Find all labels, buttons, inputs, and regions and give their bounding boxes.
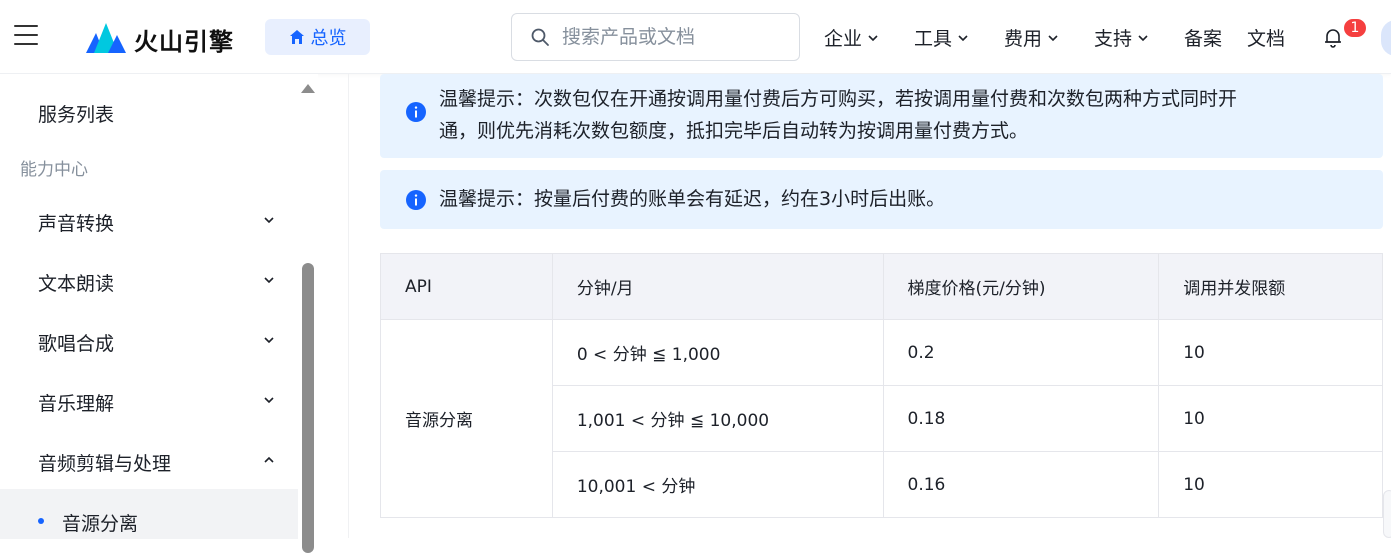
overview-label: 总览 — [310, 28, 347, 49]
chevron-down-icon[interactable] — [262, 273, 276, 287]
chevron-up-icon[interactable] — [262, 453, 276, 467]
nav-tools[interactable]: 工具 — [914, 24, 970, 51]
sidebar-item-singing-synthesis[interactable]: 歌唱合成 — [38, 329, 114, 356]
chevron-down-icon[interactable] — [262, 333, 276, 347]
nav-enterprise-label: 企业 — [824, 28, 863, 50]
sidebar-active-row[interactable] — [0, 489, 298, 539]
sidebar-item-music-understanding[interactable]: 音乐理解 — [38, 389, 114, 416]
column-header: API — [380, 253, 553, 320]
range-cell: 10,001 < 分钟 — [551, 451, 884, 518]
nav-docs[interactable]: 文档 — [1247, 24, 1285, 51]
notice-text-line1: 温馨提示：次数包仅在开通按调用量付费后方可购买，若按调用量付费和次数包两种方式同… — [439, 88, 1238, 110]
active-dot-icon — [38, 518, 44, 524]
floating-widget-edge[interactable] — [1383, 490, 1391, 538]
sidebar-subitem-source-separation[interactable]: 音源分离 — [62, 509, 138, 536]
nav-billing-label: 费用 — [1004, 28, 1043, 50]
divider — [348, 74, 349, 538]
column-header: 梯度价格(元/分钟) — [882, 253, 1160, 320]
nav-enterprise[interactable]: 企业 — [824, 24, 880, 51]
notice-text-line2: 通，则优先消耗次数包额度，抵扣完毕后自动转为按调用量付费方式。 — [439, 120, 1029, 142]
search-input[interactable] — [562, 26, 782, 48]
column-header: 调用并发限额 — [1158, 253, 1383, 320]
scroll-up-arrow-icon[interactable] — [301, 84, 315, 93]
search-icon — [531, 28, 549, 46]
price-cell: 0.2 — [882, 319, 1160, 386]
price-cell: 0.18 — [882, 385, 1160, 452]
sidebar-item-text-to-speech[interactable]: 文本朗读 — [38, 269, 114, 296]
notice-text: 温馨提示：按量后付费的账单会有延迟，约在3小时后出账。 — [439, 188, 946, 210]
nav-support-label: 支持 — [1094, 28, 1133, 50]
table-row: 音源分离 0 < 分钟 ≦ 1,000 0.2 10 — [380, 319, 1383, 518]
api-name-cell: 音源分离 — [380, 319, 553, 518]
chevron-down-icon — [1138, 34, 1148, 41]
info-icon — [406, 102, 426, 122]
chevron-down-icon — [868, 34, 878, 41]
limit-cell: 10 — [1158, 385, 1383, 452]
limit-cell: 10 — [1158, 319, 1383, 386]
scrollbar-thumb[interactable] — [302, 263, 314, 553]
bell-icon[interactable] — [1322, 26, 1344, 48]
nav-billing[interactable]: 费用 — [1004, 24, 1060, 51]
menu-icon[interactable] — [14, 25, 38, 45]
sidebar-item-audio-editing[interactable]: 音频剪辑与处理 — [38, 449, 171, 476]
sidebar-item-voice-conversion[interactable]: 声音转换 — [38, 209, 114, 236]
home-icon — [289, 30, 304, 44]
price-cell: 0.16 — [882, 451, 1160, 518]
sidebar-group-label: 能力中心 — [20, 160, 88, 180]
avatar[interactable] — [1381, 20, 1391, 56]
range-cell: 1,001 < 分钟 ≦ 10,000 — [551, 385, 884, 452]
notice-banner: 温馨提示：按量后付费的账单会有延迟，约在3小时后出账。 — [380, 170, 1383, 229]
logo-text[interactable]: 火山引擎 — [134, 22, 234, 57]
volcengine-logo-icon[interactable] — [86, 19, 126, 53]
table-header-row: API 分钟/月 梯度价格(元/分钟) 调用并发限额 — [380, 253, 1383, 320]
nav-filing-label: 备案 — [1184, 28, 1223, 50]
chevron-down-icon[interactable] — [262, 213, 276, 227]
notification-badge: 1 — [1343, 18, 1367, 38]
info-icon — [406, 190, 426, 210]
nav-tools-label: 工具 — [914, 28, 953, 50]
nav-filing[interactable]: 备案 — [1184, 24, 1222, 51]
chevron-down-icon — [958, 34, 968, 41]
search-box[interactable] — [511, 13, 800, 61]
notice-banner: 温馨提示：次数包仅在开通按调用量付费后方可购买，若按调用量付费和次数包两种方式同… — [380, 74, 1383, 158]
nav-support[interactable]: 支持 — [1094, 24, 1150, 51]
overview-button[interactable]: 总览 — [265, 19, 370, 55]
nav-docs-label: 文档 — [1247, 28, 1286, 50]
pricing-table: API 分钟/月 梯度价格(元/分钟) 调用并发限额 音源分离 0 < 分钟 ≦… — [380, 253, 1383, 518]
range-cell: 0 < 分钟 ≦ 1,000 — [551, 319, 884, 386]
top-header: 火山引擎 总览 企业 工具 费用 支持 备案 文档 1 — [0, 0, 1391, 74]
sidebar: 服务列表 能力中心 声音转换 文本朗读 歌唱合成 音乐理解 音频剪辑与处理 音源… — [0, 74, 298, 539]
chevron-down-icon — [1048, 34, 1058, 41]
column-header: 分钟/月 — [551, 253, 884, 320]
chevron-down-icon[interactable] — [262, 393, 276, 407]
sidebar-item-service-list[interactable]: 服务列表 — [38, 100, 114, 127]
limit-cell: 10 — [1158, 451, 1383, 518]
